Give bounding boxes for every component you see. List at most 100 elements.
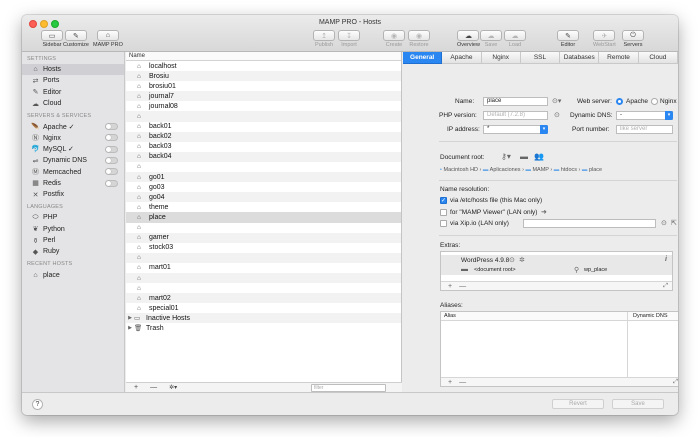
- tab-databases[interactable]: Databases: [560, 52, 600, 64]
- path-segment[interactable]: Aplicaciones: [490, 167, 521, 173]
- dynamic-dns-column-header[interactable]: Dynamic DNS: [633, 313, 668, 319]
- remove-host-button[interactable]: —: [150, 384, 157, 391]
- toolbar-restore-button[interactable]: ◉ Restore: [408, 30, 430, 48]
- disclosure-triangle-icon[interactable]: ▶: [126, 325, 134, 331]
- sidebar-item-php[interactable]: ⬭ PHP: [22, 212, 124, 223]
- disclosure-triangle-icon[interactable]: ▶: [126, 315, 134, 321]
- gear-icon[interactable]: ✲: [519, 256, 525, 264]
- hosts-file-checkbox[interactable]: ✓: [440, 197, 447, 204]
- host-row[interactable]: ⌂ journal08: [126, 101, 401, 111]
- name-column-header[interactable]: Name: [126, 52, 401, 61]
- host-row[interactable]: ⌂ mart01: [126, 263, 401, 273]
- name-status-icon[interactable]: ⊙▾: [552, 97, 561, 105]
- sidebar-item-memcached[interactable]: Ⓜ Memcached: [22, 166, 124, 177]
- dynamic-dns-toggle[interactable]: [105, 157, 118, 165]
- nginx-toggle[interactable]: [105, 134, 118, 142]
- path-segment[interactable]: MAMP: [532, 167, 548, 173]
- host-filter-input[interactable]: filter: [311, 384, 386, 392]
- tab-ssl[interactable]: SSL: [520, 52, 561, 64]
- sidebar-item-nginx[interactable]: Ⓝ Nginx: [22, 132, 124, 143]
- toolbar-mamp-pro-button[interactable]: ⌂ MAMP PRO: [93, 30, 123, 48]
- host-row[interactable]: ⌂: [126, 252, 401, 263]
- host-row[interactable]: ⌂: [126, 272, 401, 284]
- toolbar-publish-button[interactable]: ↥ Publish: [313, 30, 335, 48]
- host-row[interactable]: ⌂ brosiu01: [126, 81, 401, 91]
- toolbar-load-button[interactable]: ☁ Load: [504, 30, 526, 48]
- host-row[interactable]: ▶ 🗑 Trash: [126, 323, 401, 333]
- host-row[interactable]: ⌂ gamer: [126, 232, 401, 243]
- host-row[interactable]: ⌂ stock03: [126, 243, 401, 253]
- add-extra-button[interactable]: +: [448, 283, 452, 290]
- host-row[interactable]: ⌂ theme: [126, 202, 401, 212]
- toolbar-create-button[interactable]: ◉ Create: [383, 30, 405, 48]
- host-row[interactable]: ⌂ back01: [126, 122, 401, 132]
- share-icon[interactable]: ⇱: [671, 219, 677, 227]
- tab-general[interactable]: General: [403, 52, 443, 64]
- host-row[interactable]: ⌂ mart02: [126, 293, 401, 304]
- host-row[interactable]: ⌂ journal7: [126, 91, 401, 102]
- gear-menu-button[interactable]: ✲▾: [169, 384, 177, 391]
- save-button[interactable]: Save: [612, 399, 664, 409]
- host-row[interactable]: ⌂ localhost: [126, 61, 401, 71]
- refresh-icon[interactable]: ⊙: [661, 219, 667, 227]
- host-row[interactable]: ⌂: [126, 162, 401, 172]
- extra-row-wordpress[interactable]: WordPress 4.9.8 ⊙ ✲ i ▬ <document root> …: [441, 255, 672, 275]
- toolbar-overview-button[interactable]: ☁ Overview: [457, 30, 480, 48]
- help-button[interactable]: ?: [32, 399, 43, 410]
- xip-io-field[interactable]: [523, 219, 656, 228]
- refresh-icon[interactable]: ⊙: [509, 256, 515, 264]
- path-segment[interactable]: Macintosh HD: [443, 167, 478, 173]
- host-row[interactable]: ⌂ back03: [126, 142, 401, 152]
- remove-extra-button[interactable]: —: [459, 283, 466, 290]
- port-number-input[interactable]: like server: [616, 125, 673, 134]
- host-row[interactable]: ⌂ back04: [126, 151, 401, 162]
- ip-address-select[interactable]: * ▾: [483, 125, 548, 134]
- expand-icon[interactable]: ⤢: [673, 379, 678, 386]
- sidebar-item-redis[interactable]: ▦ Redis: [22, 178, 124, 189]
- host-row[interactable]: ⌂ special01: [126, 303, 401, 313]
- host-row[interactable]: ⌂ go01: [126, 172, 401, 183]
- toolbar-sidebar-button[interactable]: ▭ Sidebar: [41, 30, 63, 48]
- info-icon[interactable]: i: [665, 256, 667, 263]
- host-row[interactable]: ⌂ place: [126, 212, 401, 223]
- sidebar-item-hosts[interactable]: ⌂ Hosts: [22, 64, 124, 76]
- host-row[interactable]: ▶ ▭ Inactive Hosts: [126, 313, 401, 324]
- redis-toggle[interactable]: [105, 179, 118, 187]
- alias-column-header[interactable]: Alias: [444, 313, 456, 319]
- sidebar-item-dynamic-dns[interactable]: ⇌ Dynamic DNS: [22, 155, 124, 166]
- path-segment[interactable]: place: [589, 167, 602, 173]
- remove-alias-button[interactable]: —: [459, 379, 466, 386]
- host-row[interactable]: ⌂ go04: [126, 192, 401, 203]
- host-row[interactable]: ⌂ Brosiu: [126, 71, 401, 82]
- tab-remote[interactable]: Remote: [599, 52, 639, 64]
- tab-nginx[interactable]: Nginx: [481, 52, 521, 64]
- sidebar-item-ruby[interactable]: ◆ Ruby: [22, 246, 124, 257]
- host-row[interactable]: ⌂ go03: [126, 182, 401, 192]
- host-row[interactable]: ⌂: [126, 223, 401, 233]
- xip-io-checkbox[interactable]: [440, 220, 447, 227]
- path-segment[interactable]: htdocs: [561, 167, 577, 173]
- key-icon[interactable]: ⚷▾: [501, 152, 511, 161]
- folder-icon[interactable]: ▬: [520, 152, 528, 161]
- sidebar-item-ports[interactable]: ⇄ Ports: [22, 75, 124, 86]
- name-input[interactable]: place: [483, 97, 548, 106]
- sidebar-item-postfix[interactable]: ✕ Postfix: [22, 189, 124, 200]
- sidebar-item-apache[interactable]: 🪶 Apache ✓: [22, 121, 124, 132]
- host-row[interactable]: ⌂ back02: [126, 131, 401, 142]
- toolbar-servers-button[interactable]: ⏻ Servers: [622, 30, 644, 48]
- apache-radio[interactable]: [616, 98, 623, 105]
- php-version-select[interactable]: Default (7.2.8): [483, 111, 548, 120]
- toolbar-webstart-button[interactable]: ✈ WebStart: [593, 30, 616, 48]
- mysql-toggle[interactable]: [105, 145, 118, 153]
- dynamic-dns-select[interactable]: - ▾: [616, 111, 673, 120]
- toolbar-customize-button[interactable]: ✎ Customize: [63, 30, 89, 48]
- toolbar-editor-button[interactable]: ✎ Editor: [557, 30, 579, 48]
- tab-apache[interactable]: Apache: [442, 52, 482, 64]
- host-row[interactable]: ⌂: [126, 111, 401, 122]
- toolbar-save-button[interactable]: ☁ Save: [480, 30, 502, 48]
- toolbar-import-button[interactable]: ↧ Import: [338, 30, 360, 48]
- sidebar-item-cloud[interactable]: ☁ Cloud: [22, 98, 124, 109]
- add-host-button[interactable]: +: [134, 384, 138, 391]
- arrow-right-icon[interactable]: ➜: [541, 208, 547, 216]
- revert-button[interactable]: Revert: [552, 399, 604, 409]
